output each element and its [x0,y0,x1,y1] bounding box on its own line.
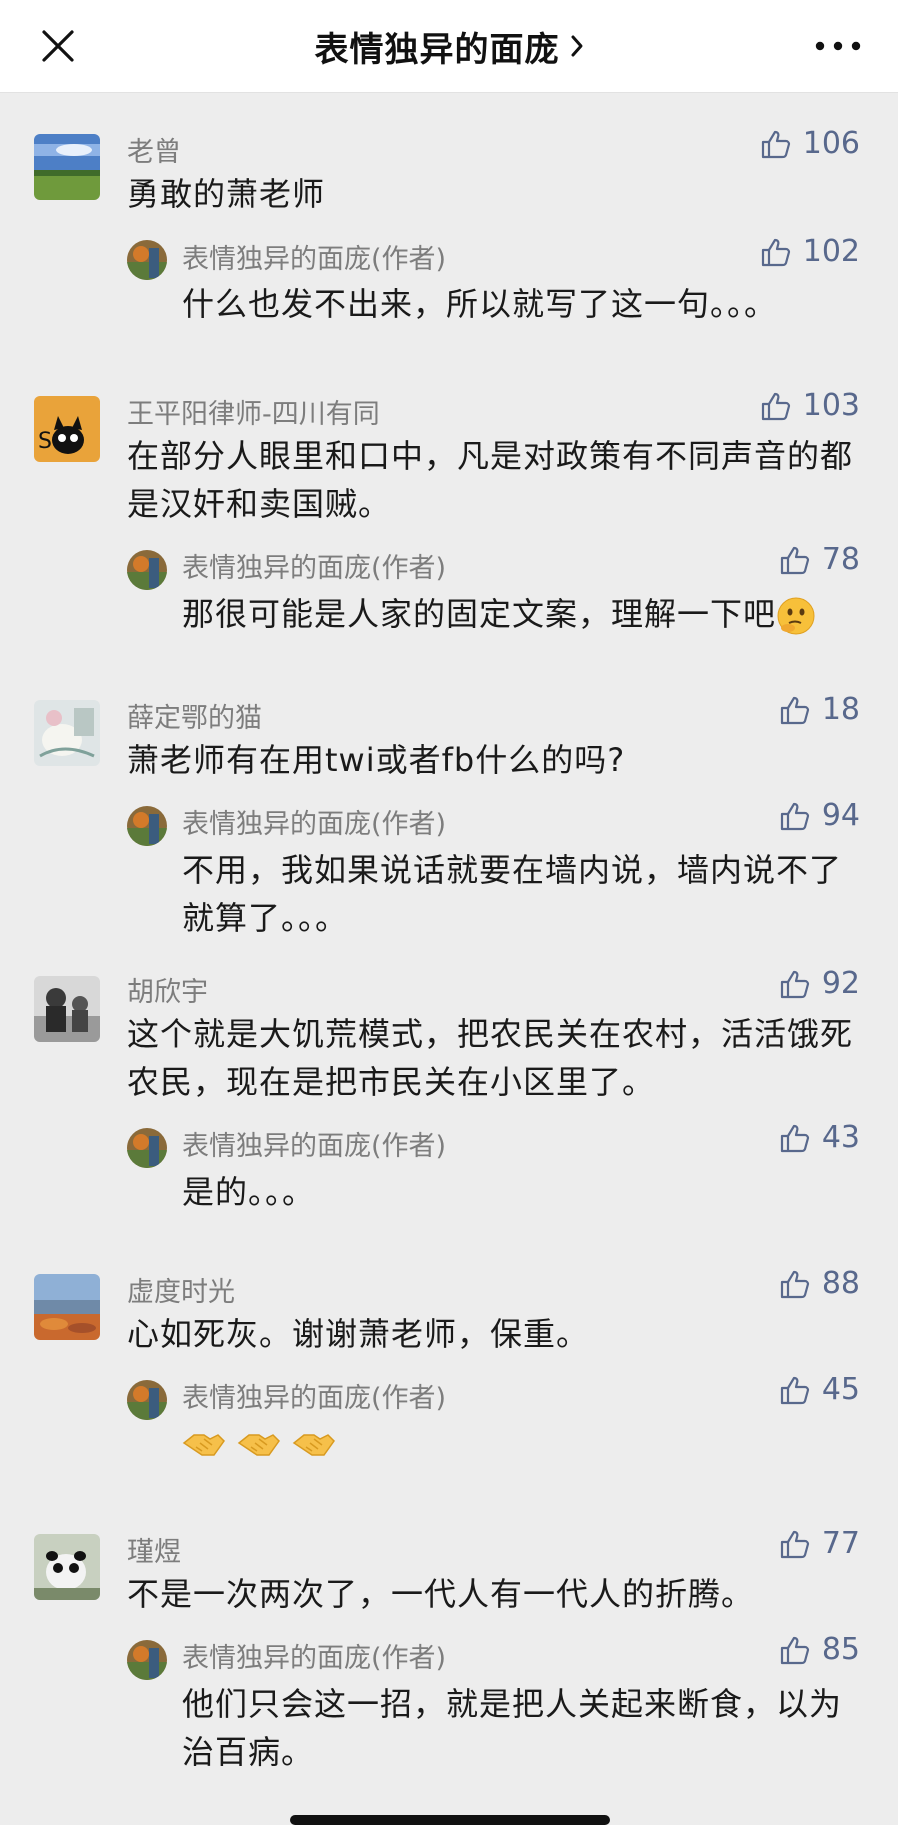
like-count: 77 [821,1526,860,1561]
comment-text: 不是一次两次了，一代人有一代人的折腾。 [127,1575,755,1613]
comment-item: 虚度时光 88 心如死灰。谢谢萧老师，保重。 表情独异的面庞(作者) 45 [0,1232,898,1492]
like-button[interactable]: 18 [778,692,860,727]
svg-text:S: S [38,429,52,454]
chevron-right-icon [571,35,582,57]
reply-author-name[interactable]: 表情独异的面庞(作者) [182,546,446,585]
commenter-name[interactable]: 瑾煜 [127,1530,181,1569]
like-button[interactable]: 106 [759,126,860,161]
reply-text [182,1418,862,1466]
comment-text: 这个就是大饥荒模式，把农民关在农村，活活饿死农民，现在是把市民关在小区里了。 [127,1015,854,1101]
more-icon [815,41,861,51]
thumbs-up-icon [780,802,809,830]
thumbs-up-icon [761,130,790,158]
reply-author-name[interactable]: 表情独异的面庞(作者) [182,1636,446,1675]
comment-text: 勇敢的萧老师 [127,175,326,213]
thinking-face-emoji [777,597,815,635]
like-count: 18 [821,692,860,727]
more-button[interactable] [808,26,868,66]
page-title-text: 表情独异的面庞 [314,29,560,70]
avatar[interactable] [34,1274,100,1340]
author-avatar[interactable] [127,1128,167,1168]
like-count: 43 [821,1120,860,1155]
comment-item: 老曾 106 勇敢的萧老师 表情独异的面庞(作者) 102 什么也发不出来，所以… [0,92,898,352]
thumbs-up-icon [761,238,790,266]
commenter-name[interactable]: 胡欣宇 [127,970,208,1009]
commenter-name[interactable]: 王平阳律师-四川有同 [127,392,380,431]
like-count: 78 [821,542,860,577]
like-count: 88 [821,1266,860,1301]
reply-like-button[interactable]: 94 [778,798,860,833]
reply-author-name[interactable]: 表情独异的面庞(作者) [182,1124,446,1163]
reply-like-button[interactable]: 43 [778,1120,860,1155]
thumbs-up-icon [780,546,809,574]
avatar[interactable] [34,700,100,766]
thumbs-up-icon [780,1636,809,1664]
reply-like-button[interactable]: 78 [778,542,860,577]
like-count: 85 [821,1632,860,1667]
author-avatar[interactable] [127,806,167,846]
comment-item: 薛定鄂的猫 18 萧老师有在用twi或者fb什么的吗? 表情独异的面庞(作者) … [0,658,898,937]
reply-text: 是的。。。 [182,1173,316,1211]
comment-text: 萧老师有在用twi或者fb什么的吗? [127,741,626,779]
like-count: 106 [802,126,860,161]
reply-like-button[interactable]: 45 [778,1372,860,1407]
top-bar: 表情独异的面庞 [0,0,898,93]
like-count: 102 [802,234,860,269]
comment-item: S 王平阳律师-四川有同 103 在部分人眼里和口中，凡是对政策有不同声音的都是… [0,352,898,658]
like-button[interactable]: 92 [778,966,860,1001]
thumbs-up-icon [780,970,809,998]
home-indicator[interactable] [290,1815,610,1825]
like-button[interactable]: 77 [778,1526,860,1561]
comment-text: 心如死灰。谢谢萧老师，保重。 [127,1315,590,1353]
commenter-name[interactable]: 薛定鄂的猫 [127,696,262,735]
author-avatar[interactable] [127,240,167,280]
page-title[interactable]: 表情独异的面庞 [315,22,584,71]
thumbs-up-icon [780,1270,809,1298]
author-avatar[interactable] [127,550,167,590]
handshake-emoji [293,1434,336,1456]
like-button[interactable]: 88 [778,1266,860,1301]
reply-text: 什么也发不出来，所以就写了这一句。。。 [182,285,778,323]
handshake-emoji [182,1434,225,1456]
author-avatar[interactable] [127,1640,167,1680]
comment-item: 瑾煜 77 不是一次两次了，一代人有一代人的折腾。 表情独异的面庞(作者) 85… [0,1492,898,1825]
reply-author-name[interactable]: 表情独异的面庞(作者) [182,1376,446,1415]
thumbs-up-icon [780,1124,809,1152]
avatar[interactable]: S [34,396,100,462]
avatar[interactable] [34,1534,100,1600]
like-count: 45 [821,1372,860,1407]
reply-text-content: 那很可能是人家的固定文案，理解一下吧 [182,595,777,633]
comment-item: 胡欣宇 92 这个就是大饥荒模式，把农民关在农村，活活饿死农民，现在是把市民关在… [0,926,898,1232]
like-count: 94 [821,798,860,833]
avatar[interactable] [34,134,100,200]
like-button[interactable]: 103 [759,388,860,423]
reply-text: 他们只会这一招，就是把人关起来断食，以为治百病。 [182,1685,843,1771]
commenter-name[interactable]: 老曾 [127,130,181,169]
commenter-name[interactable]: 虚度时光 [127,1270,235,1309]
close-button[interactable] [34,22,82,70]
like-count: 103 [802,388,860,423]
thumbs-up-icon [780,1530,809,1558]
reply-author-name[interactable]: 表情独异的面庞(作者) [182,802,446,841]
reply-text: 那很可能是人家的固定文案，理解一下吧 [182,590,862,638]
thumbs-up-icon [780,1376,809,1404]
author-avatar[interactable] [127,1380,167,1420]
thumbs-up-icon [780,696,809,724]
reply-like-button[interactable]: 102 [759,234,860,269]
reply-author-name[interactable]: 表情独异的面庞(作者) [182,237,446,276]
reply-like-button[interactable]: 85 [778,1632,860,1667]
avatar[interactable] [34,976,100,1042]
handshake-emoji [237,1434,281,1456]
comment-text: 在部分人眼里和口中，凡是对政策有不同声音的都是汉奸和卖国贼。 [127,437,854,523]
thumbs-up-icon [761,392,790,420]
like-count: 92 [821,966,860,1001]
close-icon [42,30,74,62]
